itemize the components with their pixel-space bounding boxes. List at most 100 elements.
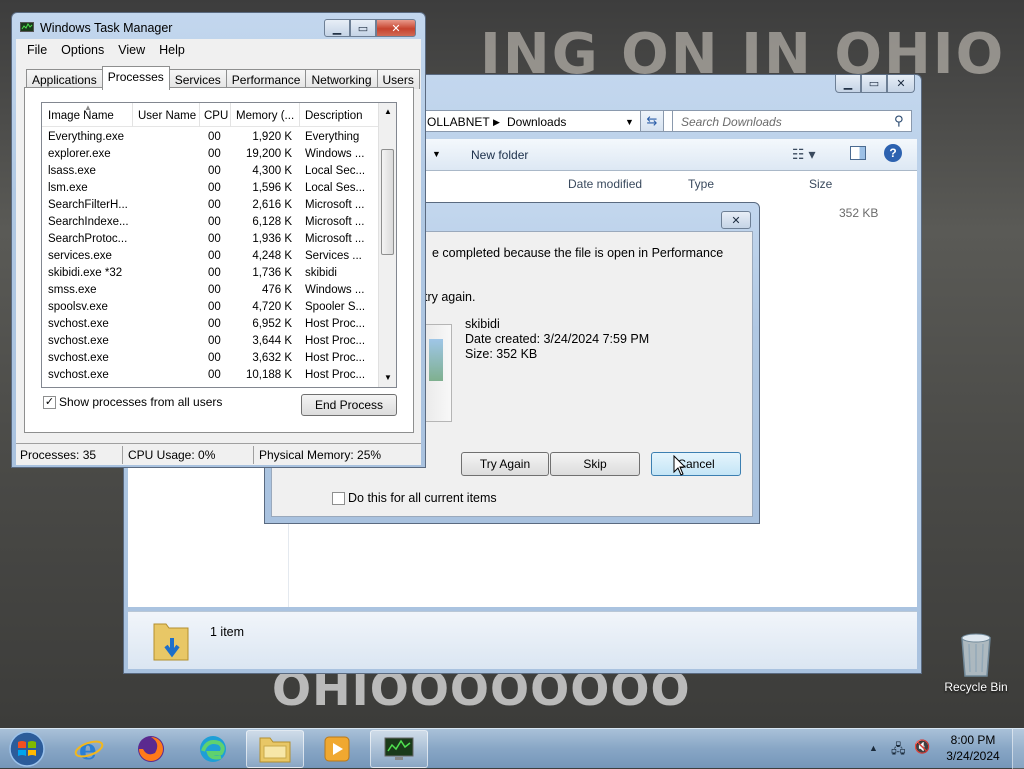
close-icon: ✕ <box>896 78 906 90</box>
taskbar-task-manager[interactable] <box>370 730 428 768</box>
maximize-button[interactable]: ▭ <box>350 19 376 37</box>
tab-applications[interactable]: Applications <box>26 69 103 89</box>
dialog-close-button[interactable]: ✕ <box>721 211 751 229</box>
breadcrumb-part1[interactable]: OLLABNET <box>427 115 490 129</box>
process-cpu: 00 <box>208 182 221 194</box>
recycle-bin[interactable]: Recycle Bin <box>940 630 1012 700</box>
column-date-modified[interactable]: Date modified <box>568 177 642 191</box>
table-row[interactable]: explorer.exe 00 19,200 K Windows ... <box>42 146 378 163</box>
end-process-button[interactable]: End Process <box>301 394 397 416</box>
media-player-icon <box>324 736 350 762</box>
process-description: Local Sec... <box>305 165 366 177</box>
file-name: skibidi <box>465 317 500 331</box>
organize-dropdown-icon[interactable]: ▼ <box>432 149 441 159</box>
svg-text:e: e <box>79 733 97 765</box>
taskbar-media-player[interactable] <box>308 730 366 768</box>
table-row[interactable]: smss.exe 00 476 K Windows ... <box>42 282 378 299</box>
do-this-for-all-checkbox[interactable] <box>332 492 345 505</box>
explorer-status-bar: 1 item <box>128 611 917 669</box>
process-description: Microsoft ... <box>305 216 365 228</box>
show-desktop-button[interactable] <box>1012 729 1024 769</box>
menu-help[interactable]: Help <box>154 39 190 61</box>
tab-networking[interactable]: Networking <box>305 69 378 89</box>
maximize-button[interactable]: ▭ <box>861 75 887 93</box>
start-button[interactable] <box>2 730 52 768</box>
item-count: 1 item <box>210 625 245 639</box>
table-row[interactable]: svchost.exe 00 3,644 K Host Proc... <box>42 333 378 350</box>
status-process-count: Processes: 35 <box>20 448 97 462</box>
preview-pane-icon[interactable] <box>850 146 866 160</box>
view-options-icon[interactable]: ☷ ▾ <box>792 146 815 163</box>
scroll-down-icon[interactable]: ▼ <box>384 373 392 382</box>
process-memory: 1,920 K <box>252 131 292 143</box>
explorer-title-buttons: ▁ ▭ ✕ <box>835 75 915 93</box>
breadcrumb-arrow-icon: ▶ <box>493 117 500 127</box>
menu-options[interactable]: Options <box>56 39 109 61</box>
system-clock[interactable]: 8:00 PM 3/24/2024 <box>940 729 1006 763</box>
breadcrumb-part2[interactable]: Downloads <box>507 115 566 129</box>
status-cpu-usage: CPU Usage: 0% <box>128 448 216 462</box>
new-folder-button[interactable]: New folder <box>471 148 528 162</box>
table-row[interactable]: services.exe 00 4,248 K Services ... <box>42 248 378 265</box>
tab-services[interactable]: Services <box>168 69 227 89</box>
skip-button[interactable]: Skip <box>550 452 640 476</box>
scrollbar-thumb[interactable] <box>381 149 394 255</box>
table-row[interactable]: Everything.exe 00 1,920 K Everything <box>42 129 378 146</box>
taskbar-firefox[interactable] <box>122 730 180 768</box>
cancel-button[interactable]: Cancel <box>651 452 741 476</box>
show-hidden-icons[interactable]: ▲ <box>869 743 878 753</box>
process-cpu: 00 <box>208 301 221 313</box>
header-description[interactable]: Description <box>305 110 363 122</box>
tab-performance[interactable]: Performance <box>225 69 307 89</box>
table-row[interactable]: lsm.exe 00 1,596 K Local Ses... <box>42 180 378 197</box>
network-icon[interactable]: 🖧 <box>891 740 906 762</box>
process-description: Services ... <box>305 250 362 262</box>
internet-explorer-icon: e <box>74 733 104 765</box>
show-all-users-label[interactable]: Show processes from all users <box>59 395 222 409</box>
table-row[interactable]: SearchFilterH... 00 2,616 K Microsoft ... <box>42 197 378 214</box>
taskbar-internet-explorer[interactable]: e <box>60 730 118 768</box>
process-list-scrollbar[interactable]: ▲ ▼ <box>378 103 396 387</box>
taskbar-file-explorer[interactable] <box>246 730 304 768</box>
header-memory[interactable]: Memory (... <box>236 110 294 122</box>
process-description: Host Proc... <box>305 352 366 364</box>
close-button[interactable]: ✕ <box>376 19 416 37</box>
column-size[interactable]: Size <box>809 177 832 191</box>
table-row[interactable]: svchost.exe 00 10,188 K Host Proc... <box>42 367 378 384</box>
table-row[interactable]: spoolsv.exe 00 4,720 K Spooler S... <box>42 299 378 316</box>
recycle-bin-label: Recycle Bin <box>944 680 1008 694</box>
tab-processes[interactable]: Processes <box>101 66 170 90</box>
help-icon[interactable]: ? <box>884 144 902 162</box>
task-manager-window[interactable]: Windows Task Manager ▁ ▭ ✕ File Options … <box>11 12 426 468</box>
table-row[interactable]: SearchIndexe... 00 6,128 K Microsoft ... <box>42 214 378 231</box>
table-row[interactable]: svchost.exe 00 3,632 K Host Proc... <box>42 350 378 367</box>
table-row[interactable]: SearchProtoc... 00 1,936 K Microsoft ... <box>42 231 378 248</box>
menu-view[interactable]: View <box>113 39 150 61</box>
search-input[interactable]: Search Downloads <box>672 110 912 132</box>
process-list[interactable]: ▲ Image Name User Name CPU Memory (... D… <box>41 102 397 388</box>
header-user-name[interactable]: User Name <box>138 110 196 122</box>
process-description: Microsoft ... <box>305 199 365 211</box>
minimize-button[interactable]: ▁ <box>324 19 350 37</box>
address-dropdown-icon[interactable]: ▼ <box>625 117 634 127</box>
scroll-up-icon[interactable]: ▲ <box>384 107 392 116</box>
try-again-button[interactable]: Try Again <box>461 452 549 476</box>
close-button[interactable]: ✕ <box>887 75 915 93</box>
do-this-for-all-label[interactable]: Do this for all current items <box>348 491 497 505</box>
table-row[interactable]: svchost.exe 00 6,952 K Host Proc... <box>42 316 378 333</box>
header-image-name[interactable]: Image Name <box>48 110 114 122</box>
menu-file[interactable]: File <box>22 39 52 61</box>
table-row[interactable]: skibidi.exe *32 00 1,736 K skibidi <box>42 265 378 282</box>
tab-users[interactable]: Users <box>376 69 420 89</box>
taskbar: e ▲ 🖧 🔇 8:00 PM 3/24/2024 <box>0 728 1024 769</box>
taskbar-edge[interactable] <box>184 730 242 768</box>
show-all-users-checkbox[interactable]: ✓ <box>43 396 56 409</box>
minimize-button[interactable]: ▁ <box>835 75 861 93</box>
volume-muted-icon[interactable]: 🔇 <box>914 739 930 755</box>
column-type[interactable]: Type <box>688 177 714 191</box>
refresh-button[interactable]: ⇆ <box>640 110 664 132</box>
process-memory: 4,300 K <box>252 165 292 177</box>
process-description: Windows ... <box>305 148 365 160</box>
table-row[interactable]: lsass.exe 00 4,300 K Local Sec... <box>42 163 378 180</box>
header-cpu[interactable]: CPU <box>204 110 228 122</box>
